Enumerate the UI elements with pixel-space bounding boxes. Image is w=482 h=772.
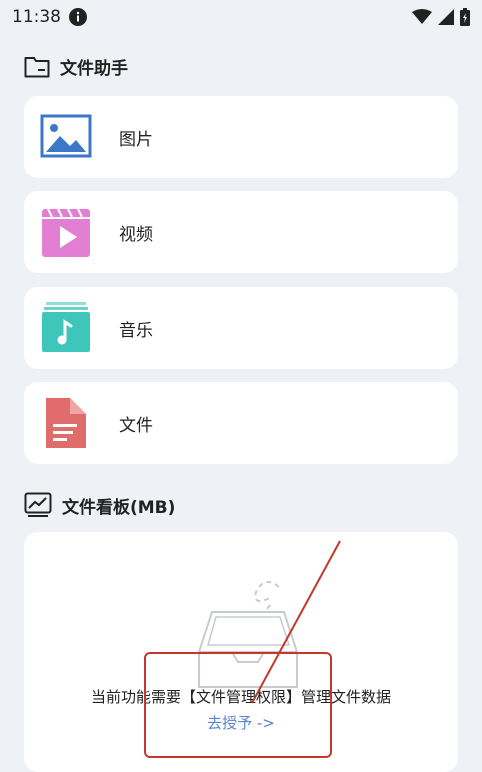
music-card[interactable]: 音乐 <box>24 287 458 369</box>
chart-board-icon <box>24 492 52 517</box>
images-card[interactable]: 图片 <box>24 96 458 178</box>
battery-icon <box>460 8 470 26</box>
video-icon <box>42 208 90 257</box>
empty-box-icon <box>197 581 299 688</box>
file-dashboard-header: 文件看板(MB) <box>24 492 175 518</box>
status-bar: 11:38 <box>0 0 482 34</box>
status-time: 11:38 <box>12 7 61 27</box>
file-helper-title: 文件助手 <box>60 59 128 79</box>
music-label: 音乐 <box>119 320 153 341</box>
wifi-icon <box>412 9 432 24</box>
image-icon <box>40 114 92 158</box>
signal-icon <box>438 9 454 25</box>
videos-label: 视频 <box>119 224 153 245</box>
grant-permission-link[interactable]: 去授予 -> <box>24 712 458 733</box>
permission-message: 当前功能需要【文件管理权限】管理文件数据 <box>90 688 391 706</box>
file-dashboard-card: 当前功能需要【文件管理权限】管理文件数据 去授予 -> <box>24 532 458 772</box>
music-icon <box>42 302 90 352</box>
documents-label: 文件 <box>119 415 153 436</box>
documents-card[interactable]: 文件 <box>24 382 458 464</box>
file-helper-header: 文件助手 <box>24 54 128 79</box>
file-dashboard-title: 文件看板(MB) <box>62 497 176 518</box>
document-icon <box>46 398 86 448</box>
images-label: 图片 <box>119 129 153 150</box>
folder-icon <box>24 56 50 77</box>
videos-card[interactable]: 视频 <box>24 191 458 273</box>
info-icon <box>69 8 87 26</box>
